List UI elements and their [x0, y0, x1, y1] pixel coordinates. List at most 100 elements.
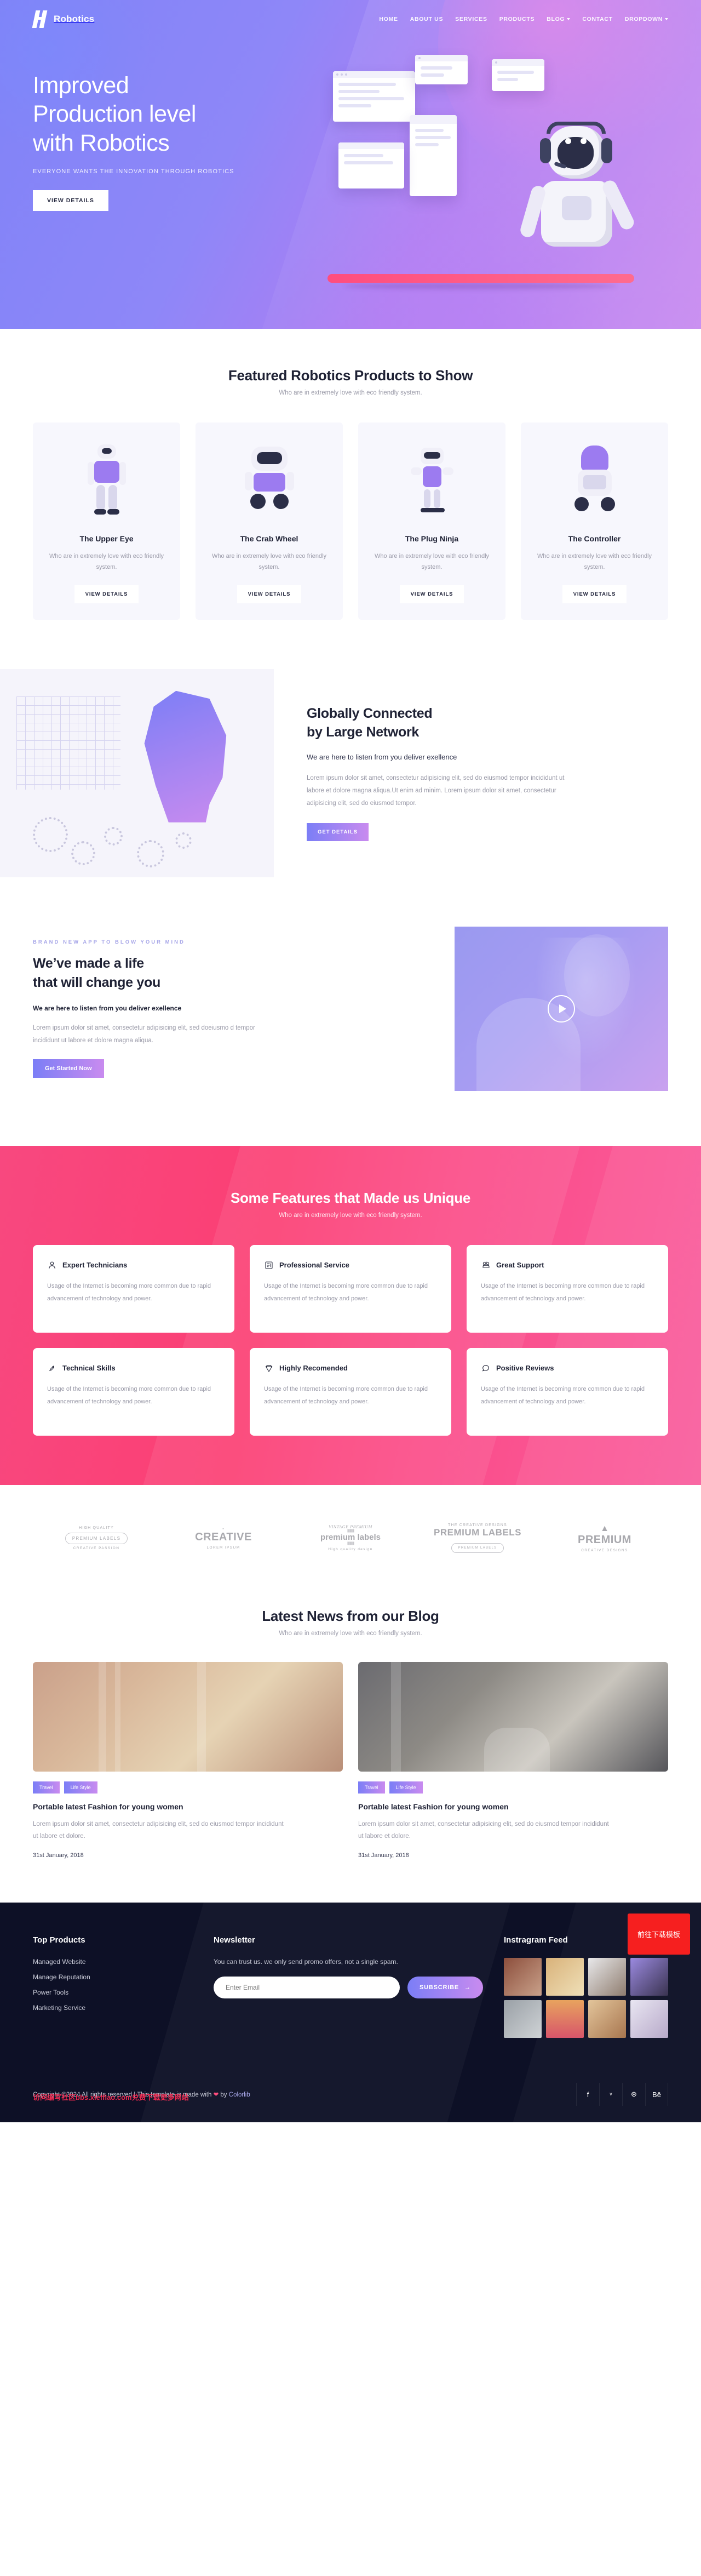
product-view-details-button[interactable]: VIEW DETAILS	[74, 585, 139, 603]
brand-logo-bottom: CREATIVE DESIGNS	[581, 1548, 628, 1552]
features-section: Some Features that Made us Unique Who ar…	[0, 1145, 701, 1485]
hero-section: Robotics HOME ABOUT US SERVICES PRODUCTS…	[0, 0, 701, 329]
behance-icon[interactable]: Bē	[645, 2083, 668, 2106]
nav-item-blog[interactable]: BLOG	[547, 16, 571, 22]
crab-wheel-robot-icon	[239, 443, 300, 520]
colorlib-link[interactable]: Colorlib	[229, 2092, 250, 2098]
product-image	[531, 438, 658, 520]
features-grid: Expert Technicians Usage of the Internet…	[33, 1244, 668, 1436]
footer-column-title: Newsletter	[214, 1935, 255, 1945]
subscribe-label: SUBSCRIBE	[420, 1984, 459, 1991]
instagram-thumb[interactable]	[588, 2000, 626, 2038]
brand-logo-bottom: CREATIVE PASSION	[73, 1546, 120, 1550]
feature-card[interactable]: Highly Recomended Usage of the Internet …	[250, 1347, 451, 1436]
products-subtitle: Who are in extremely love with eco frien…	[279, 390, 422, 396]
product-view-details-button[interactable]: VIEW DETAILS	[562, 585, 627, 603]
feature-card[interactable]: Technical Skills Usage of the Internet i…	[33, 1347, 234, 1436]
instagram-thumb[interactable]	[504, 2000, 542, 2038]
nav-item-contact[interactable]: CONTACT	[582, 16, 612, 22]
nav-item-services[interactable]: SERVICES	[455, 16, 487, 22]
watermark-text: 访问编写社区bbs.xlefflao.com兑费下载更多网站	[33, 2093, 189, 2102]
nav-item-dropdown[interactable]: DROPDOWN	[625, 16, 668, 22]
nav-item-products[interactable]: PRODUCTS	[499, 16, 535, 22]
chat-bubble-icon	[481, 1363, 491, 1373]
blog-post-title[interactable]: Portable latest Fashion for young women	[33, 1802, 343, 1811]
feature-card[interactable]: Great Support Usage of the Internet is b…	[467, 1244, 668, 1333]
footer-link-managed-website[interactable]: Managed Website	[33, 1958, 197, 1966]
footer-newsletter: Newsletter You can trust us. we only sen…	[214, 1935, 487, 2038]
face-profile-icon	[144, 690, 227, 823]
get-details-button[interactable]: GET DETAILS	[307, 823, 369, 841]
illustration-window-small-1	[415, 55, 468, 84]
instagram-thumb[interactable]	[630, 1958, 668, 1996]
download-template-badge[interactable]: 前往下载模板	[627, 1914, 690, 1955]
brand-logo[interactable]: Robotics	[32, 10, 94, 28]
feature-card[interactable]: Positive Reviews Usage of the Internet i…	[467, 1347, 668, 1436]
hero-view-details-button[interactable]: VIEW DETAILS	[33, 190, 108, 212]
social-links: f ᵛ ⊛ Bē	[576, 2083, 668, 2106]
telephone-icon	[481, 1260, 491, 1270]
blog-post-card[interactable]: Travel Life Style Portable latest Fashio…	[358, 1661, 668, 1859]
feature-title: Technical Skills	[62, 1364, 116, 1373]
change-body: Lorem ipsum dolor sit amet, consectetur …	[33, 1025, 255, 1044]
blog-post-card[interactable]: Travel Life Style Portable latest Fashio…	[33, 1661, 343, 1859]
feature-card[interactable]: Professional Service Usage of the Intern…	[250, 1244, 451, 1333]
newsletter-form: SUBSCRIBE →	[214, 1977, 487, 1999]
product-view-details-button[interactable]: VIEW DETAILS	[237, 585, 302, 603]
blog-post-image	[358, 1661, 668, 1772]
facebook-icon[interactable]: f	[576, 2083, 599, 2106]
instagram-thumb[interactable]	[546, 2000, 584, 2038]
heart-icon: ❤	[213, 2092, 219, 2099]
product-description: Who are in extremely love with eco frien…	[49, 553, 164, 571]
feature-card[interactable]: Expert Technicians Usage of the Internet…	[33, 1244, 234, 1333]
product-description: Who are in extremely love with eco frien…	[211, 553, 327, 571]
instagram-thumb[interactable]	[630, 2000, 668, 2038]
dribbble-icon[interactable]: ⊛	[622, 2083, 645, 2106]
blog-tag[interactable]: Life Style	[389, 1781, 423, 1794]
instagram-thumb[interactable]	[588, 1958, 626, 1996]
change-copy: BRAND NEW APP TO BLOW YOUR MIND We’ve ma…	[33, 939, 340, 1078]
footer-link-power-tools[interactable]: Power Tools	[33, 1989, 197, 1996]
play-icon[interactable]	[548, 995, 575, 1023]
nav-label: BLOG	[547, 16, 565, 22]
nav-label: DROPDOWN	[624, 16, 663, 22]
blog-tag[interactable]: Life Style	[64, 1781, 97, 1794]
blog-post-excerpt: Lorem ipsum dolor sit amet, consectetur …	[33, 1820, 284, 1840]
product-card[interactable]: The Upper Eye Who are in extremely love …	[33, 422, 180, 620]
footer-link-marketing-service[interactable]: Marketing Service	[33, 2004, 197, 2012]
feature-title-row: Great Support	[481, 1260, 654, 1270]
email-field[interactable]	[214, 1977, 400, 1999]
blog-heading: Latest News from our Blog Who are in ext…	[33, 1608, 668, 1637]
latest-news-section: Latest News from our Blog Who are in ext…	[0, 1586, 701, 1903]
blog-tag[interactable]: Travel	[358, 1781, 385, 1794]
video-preview[interactable]	[455, 926, 668, 1091]
footer-link-manage-reputation[interactable]: Manage Reputation	[33, 1973, 197, 1981]
feature-title: Positive Reviews	[496, 1364, 554, 1373]
hero-copy: Improved Production level with Robotics …	[33, 38, 318, 212]
nav-item-about-us[interactable]: ABOUT US	[410, 16, 443, 22]
product-card[interactable]: The Crab Wheel Who are in extremely love…	[196, 422, 343, 620]
product-card[interactable]: The Plug Ninja Who are in extremely love…	[358, 422, 505, 620]
change-eyebrow: BRAND NEW APP TO BLOW YOUR MIND	[33, 939, 185, 946]
product-view-details-button[interactable]: VIEW DETAILS	[399, 585, 464, 603]
product-image	[43, 438, 170, 520]
twitter-icon[interactable]: ᵛ	[599, 2083, 622, 2106]
blog-tag[interactable]: Travel	[33, 1781, 60, 1794]
illustration-window-small-2	[492, 59, 544, 91]
instagram-grid	[504, 1958, 668, 2038]
gear-icon	[104, 826, 123, 846]
products-grid: The Upper Eye Who are in extremely love …	[33, 422, 668, 620]
chevron-down-icon	[665, 18, 668, 20]
blog-post-title[interactable]: Portable latest Fashion for young women	[358, 1802, 668, 1811]
get-started-now-button[interactable]: Get Started Now	[33, 1059, 104, 1078]
controller-robot-icon	[565, 443, 625, 520]
nav-item-home[interactable]: HOME	[379, 16, 398, 22]
brand-logo-main: PREMIUM	[578, 1533, 631, 1546]
instagram-thumb[interactable]	[504, 1958, 542, 1996]
gear-icon	[175, 832, 192, 849]
brand-logo-main: PREMIUM LABELS	[65, 1532, 128, 1544]
product-card[interactable]: The Controller Who are in extremely love…	[521, 422, 668, 620]
instagram-thumb[interactable]	[546, 1958, 584, 1996]
subscribe-button[interactable]: SUBSCRIBE →	[407, 1977, 483, 1999]
main-navigation: HOME ABOUT US SERVICES PRODUCTS BLOG CON…	[379, 16, 668, 22]
